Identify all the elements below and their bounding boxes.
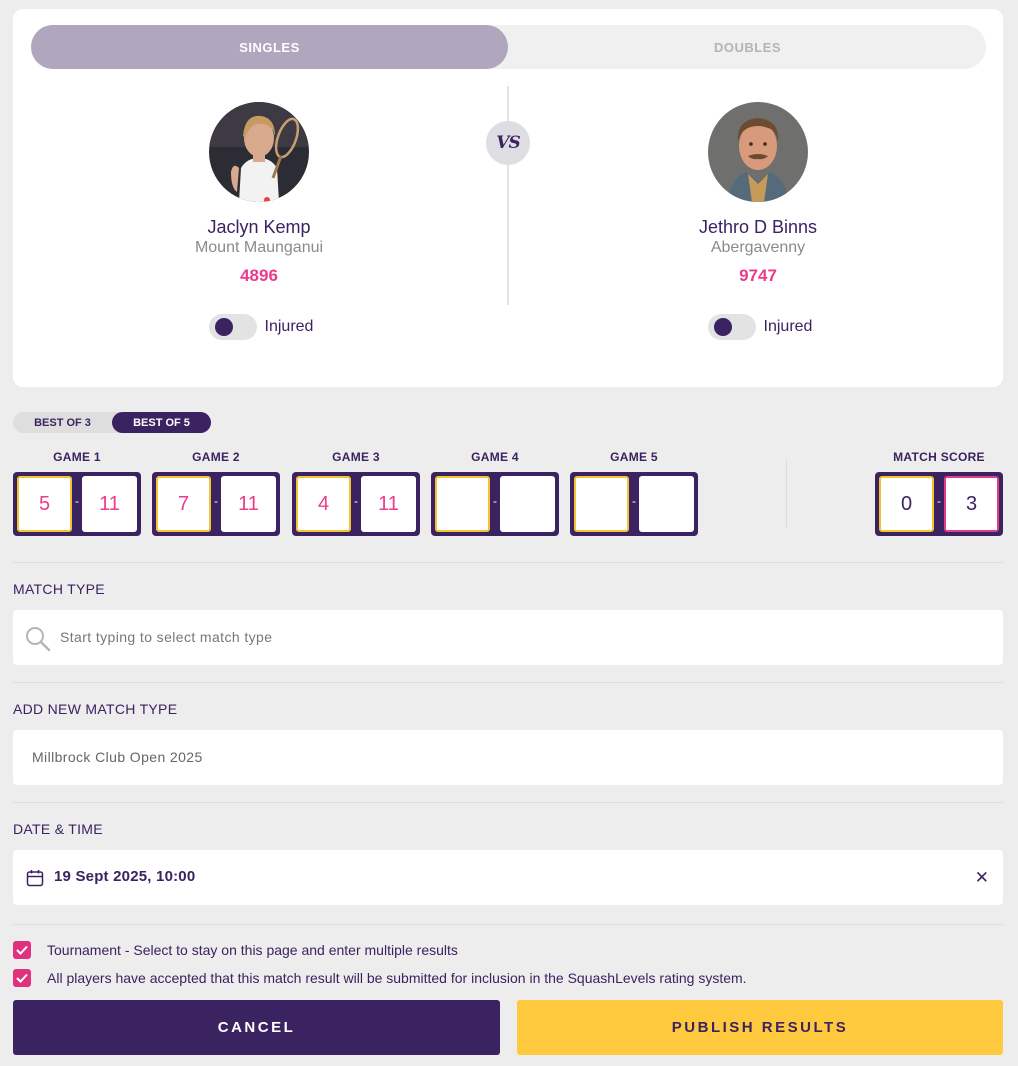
- tournament-checkbox[interactable]: [13, 941, 31, 959]
- date-time-value: 19 Sept 2025, 10:00: [54, 868, 196, 885]
- accept-checkbox[interactable]: [13, 969, 31, 987]
- checkmark-icon: [16, 973, 28, 983]
- score-separator: -: [493, 494, 497, 508]
- game-5-score-player-two[interactable]: [639, 476, 694, 532]
- game-score-box: 5 - 11: [13, 472, 141, 536]
- game-label: GAME 5: [610, 450, 658, 464]
- best-of-toggle: BEST OF 3 BEST OF 5: [13, 412, 211, 433]
- new-match-type-field[interactable]: Millbrock Club Open 2025: [13, 730, 1003, 785]
- player-one-rating: 4896: [240, 266, 278, 285]
- match-score-player-one: 0: [879, 476, 934, 532]
- player-one: Jaclyn Kemp Mount Maunganui 4896 Injured: [109, 102, 409, 340]
- game-5: GAME 5 -: [570, 450, 698, 536]
- game-3-score-player-one[interactable]: 4: [296, 476, 351, 532]
- tournament-check-row: Tournament - Select to stay on this page…: [13, 941, 458, 959]
- player-two-rating: 9747: [739, 266, 777, 285]
- tournament-check-label: Tournament - Select to stay on this page…: [47, 942, 458, 958]
- score-separator: -: [354, 494, 358, 508]
- game-4: GAME 4 -: [431, 450, 559, 536]
- best-of-3-option[interactable]: BEST OF 3: [13, 412, 112, 433]
- new-match-type-value: Millbrock Club Open 2025: [32, 749, 203, 765]
- player-one-club: Mount Maunganui: [194, 239, 324, 256]
- player-one-name: Jaclyn Kemp: [207, 217, 311, 237]
- game-score-box: 4 - 11: [292, 472, 420, 536]
- game-label: GAME 4: [471, 450, 519, 464]
- match-score: MATCH SCORE 0 - 3: [875, 450, 1003, 536]
- score-separator: -: [937, 494, 941, 508]
- players-card: SINGLES DOUBLES VS Jaclyn Kemp Mount Mau…: [13, 9, 1003, 387]
- score-separator: -: [632, 494, 636, 508]
- toggle-knob: [214, 318, 233, 336]
- match-mode-toggle: SINGLES DOUBLES: [31, 25, 986, 69]
- game-3: GAME 3 4 - 11: [292, 450, 420, 536]
- game-2: GAME 2 7 - 11: [152, 450, 280, 536]
- game-score-box: -: [431, 472, 559, 536]
- game-4-score-player-one[interactable]: [435, 476, 490, 532]
- player-two-injured-row: Injured: [608, 314, 908, 340]
- accept-check-row: All players have accepted that this matc…: [13, 969, 747, 987]
- doubles-tab[interactable]: DOUBLES: [509, 25, 986, 69]
- game-1-score-player-one[interactable]: 5: [17, 476, 72, 532]
- game-label: GAME 2: [192, 450, 240, 464]
- game-2-score-player-one[interactable]: 7: [156, 476, 211, 532]
- match-type-placeholder: Start typing to select match type: [60, 629, 273, 645]
- game-4-score-player-two[interactable]: [500, 476, 555, 532]
- player-one-injured-toggle[interactable]: [208, 314, 257, 340]
- game-5-score-player-one[interactable]: [574, 476, 629, 532]
- player-two-club: Abergavenny: [710, 239, 806, 256]
- vs-badge: VS: [486, 121, 530, 165]
- match-score-label: MATCH SCORE: [893, 450, 985, 464]
- section-divider: [13, 682, 1003, 683]
- match-type-label: MATCH TYPE: [13, 581, 105, 597]
- player-one-avatar[interactable]: [209, 102, 309, 202]
- match-type-field[interactable]: Start typing to select match type: [13, 610, 1003, 665]
- best-of-5-option[interactable]: BEST OF 5: [112, 412, 211, 433]
- search-icon: [26, 627, 51, 652]
- game-2-score-player-two[interactable]: 11: [221, 476, 276, 532]
- publish-results-button[interactable]: PUBLISH RESULTS: [517, 1000, 1003, 1055]
- match-score-box: 0 - 3: [875, 472, 1003, 536]
- clear-date-icon[interactable]: ✕: [975, 868, 989, 888]
- player-one-injured-row: Injured: [109, 314, 409, 340]
- game-1-score-player-two[interactable]: 11: [82, 476, 137, 532]
- player-two-injured-label: Injured: [763, 318, 813, 335]
- toggle-knob: [713, 318, 732, 336]
- section-divider: [13, 802, 1003, 803]
- game-label: GAME 3: [332, 450, 380, 464]
- games-divider: [786, 458, 787, 528]
- calendar-icon: [26, 870, 44, 887]
- checkmark-icon: [16, 945, 28, 955]
- game-score-box: -: [570, 472, 698, 536]
- date-time-field[interactable]: 19 Sept 2025, 10:00 ✕: [13, 850, 1003, 905]
- game-1: GAME 1 5 - 11: [13, 450, 141, 536]
- match-score-player-two: 3: [944, 476, 999, 532]
- section-divider: [13, 924, 1003, 925]
- player-two-injured-toggle[interactable]: [707, 314, 756, 340]
- date-time-label: DATE & TIME: [13, 821, 103, 837]
- player-two-name: Jethro D Binns: [698, 217, 818, 237]
- game-label: GAME 1: [53, 450, 101, 464]
- cancel-button[interactable]: CANCEL: [13, 1000, 500, 1055]
- score-separator: -: [214, 494, 218, 508]
- accept-check-label: All players have accepted that this matc…: [47, 970, 747, 986]
- score-separator: -: [75, 494, 79, 508]
- player-one-injured-label: Injured: [264, 318, 314, 335]
- singles-tab[interactable]: SINGLES: [31, 25, 508, 69]
- section-divider: [13, 562, 1003, 563]
- player-two-avatar[interactable]: [708, 102, 808, 202]
- new-match-type-label: ADD NEW MATCH TYPE: [13, 701, 178, 717]
- players-divider: [507, 86, 509, 305]
- game-3-score-player-two[interactable]: 11: [361, 476, 416, 532]
- game-score-box: 7 - 11: [152, 472, 280, 536]
- player-two: Jethro D Binns Abergavenny 9747 Injured: [608, 102, 908, 340]
